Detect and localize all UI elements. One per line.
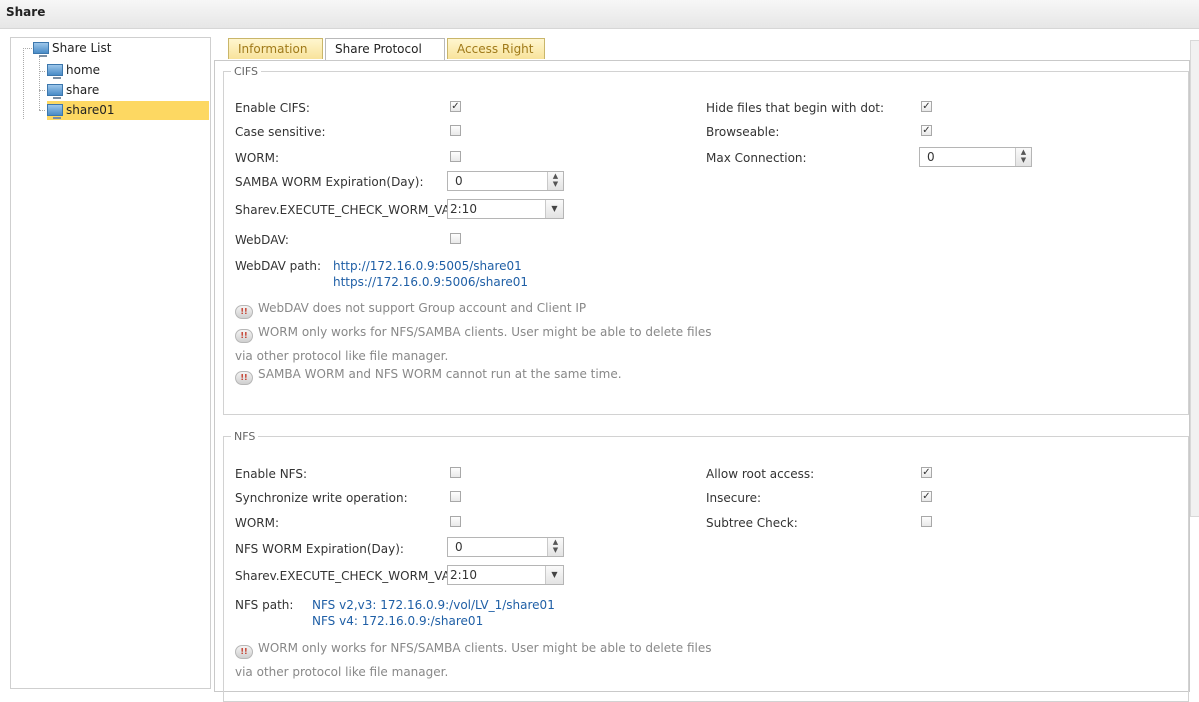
- tree-line: [39, 57, 40, 110]
- insecure-label: Insecure:: [706, 491, 762, 505]
- tree-line: [39, 110, 45, 111]
- webdav-path-label: WebDAV path:: [235, 259, 321, 273]
- share-tree: Share List home share share01: [10, 37, 211, 689]
- tab-access-right[interactable]: Access Right: [447, 38, 545, 59]
- webdav-https-link[interactable]: https://172.16.0.9:5006/share01: [333, 275, 528, 289]
- case-sensitive-label: Case sensitive:: [235, 125, 326, 139]
- webdav-note: !! WebDAV does not support Group account …: [235, 301, 586, 319]
- nfs-worm-label: WORM:: [235, 516, 280, 530]
- cifs-worm-checkbox[interactable]: [450, 151, 461, 162]
- spinner-arrows-icon[interactable]: ▲ ▼: [1015, 148, 1031, 166]
- insecure-checkbox[interactable]: ✓: [921, 491, 932, 502]
- browseable-checkbox[interactable]: ✓: [921, 125, 932, 136]
- nfs-legend: NFS: [234, 430, 256, 443]
- share-list-icon: [33, 42, 49, 57]
- nfs-v23-path: NFS v2,v3: 172.16.0.9:/vol/LV_1/share01: [312, 598, 555, 612]
- share-folder-icon: [47, 64, 63, 79]
- tab-share-protocol[interactable]: Share Protocol: [325, 38, 445, 61]
- nfs-execute-check-worm-label: Sharev.EXECUTE_CHECK_WORM_VAL: [235, 569, 457, 583]
- cifs-execute-check-worm-label: Sharev.EXECUTE_CHECK_WORM_VAL: [235, 203, 457, 217]
- nfs-path-label: NFS path:: [235, 598, 294, 612]
- worm-note-continued: via other protocol like file manager.: [235, 349, 449, 363]
- tree-line: [23, 48, 24, 119]
- worm-note: !! WORM only works for NFS/SAMBA clients.…: [235, 325, 712, 343]
- nfs-worm-note-continued: via other protocol like file manager.: [235, 665, 449, 679]
- nfs-worm-expiration-value: 0: [455, 540, 463, 554]
- page-title: Share: [6, 5, 46, 19]
- tree-root-share-list[interactable]: Share List: [33, 39, 111, 58]
- enable-nfs-checkbox[interactable]: [450, 467, 461, 478]
- chevron-down-icon[interactable]: ▼: [545, 200, 563, 218]
- warning-icon: !!: [235, 645, 253, 659]
- webdav-label: WebDAV:: [235, 233, 289, 247]
- webdav-http-link[interactable]: http://172.16.0.9:5005/share01: [333, 259, 522, 273]
- nfs-v4-path: NFS v4: 172.16.0.9:/share01: [312, 614, 484, 628]
- tree-item-label: home: [66, 63, 101, 77]
- share-folder-icon: [47, 104, 63, 119]
- nfs-execute-check-worm-value: 2:10: [450, 568, 477, 582]
- spinner-arrows-icon[interactable]: ▲ ▼: [547, 172, 563, 190]
- vertical-scrollbar[interactable]: [1190, 40, 1199, 517]
- allow-root-access-checkbox[interactable]: ✓: [921, 467, 932, 478]
- allow-root-access-label: Allow root access:: [706, 467, 815, 481]
- nfs-worm-expiration-label: NFS WORM Expiration(Day):: [235, 542, 404, 556]
- warning-icon: !!: [235, 305, 253, 319]
- cifs-execute-check-worm-select[interactable]: 2:10 ▼: [447, 199, 564, 219]
- chevron-down-icon[interactable]: ▼: [545, 566, 563, 584]
- enable-cifs-label: Enable CIFS:: [235, 101, 310, 115]
- cifs-worm-label: WORM:: [235, 151, 280, 165]
- tree-item-label: share01: [66, 103, 115, 117]
- nfs-execute-check-worm-select[interactable]: 2:10 ▼: [447, 565, 564, 585]
- samba-worm-expiration-input[interactable]: 0 ▲ ▼: [447, 171, 564, 191]
- max-connection-label: Max Connection:: [706, 151, 807, 165]
- hide-dot-files-label: Hide files that begin with dot:: [706, 101, 885, 115]
- enable-nfs-label: Enable NFS:: [235, 467, 308, 481]
- tree-root-label: Share List: [52, 41, 112, 55]
- nfs-worm-checkbox[interactable]: [450, 516, 461, 527]
- max-connection-input[interactable]: 0 ▲ ▼: [919, 147, 1032, 167]
- share-protocol-panel: CIFS Enable CIFS: ✓ Case sensitive: WORM…: [214, 60, 1190, 702]
- tree-line: [23, 48, 32, 49]
- worm-note-text: WORM only works for NFS/SAMBA clients. U…: [258, 325, 712, 339]
- cifs-execute-check-worm-value: 2:10: [450, 202, 477, 216]
- browseable-label: Browseable:: [706, 125, 780, 139]
- sync-write-checkbox[interactable]: [450, 491, 461, 502]
- tree-item-label: share: [66, 83, 100, 97]
- webdav-note-text: WebDAV does not support Group account an…: [258, 301, 587, 315]
- cifs-legend: CIFS: [234, 65, 259, 78]
- subtree-check-label: Subtree Check:: [706, 516, 798, 530]
- tree-item-home[interactable]: home: [47, 61, 100, 80]
- warning-icon: !!: [235, 329, 253, 343]
- warning-icon: !!: [235, 371, 253, 385]
- nfs-worm-note: !! WORM only works for NFS/SAMBA clients.…: [235, 641, 712, 659]
- nfs-worm-note-text: WORM only works for NFS/SAMBA clients. U…: [258, 641, 712, 655]
- nfs-worm-expiration-input[interactable]: 0 ▲ ▼: [447, 537, 564, 557]
- samba-nfs-worm-note-text: SAMBA WORM and NFS WORM cannot run at th…: [258, 367, 622, 381]
- tab-information[interactable]: Information: [228, 38, 323, 59]
- spinner-arrows-icon[interactable]: ▲ ▼: [547, 538, 563, 556]
- tree-item-share[interactable]: share: [47, 81, 99, 100]
- webdav-checkbox[interactable]: [450, 233, 461, 244]
- enable-cifs-checkbox[interactable]: ✓: [450, 101, 461, 112]
- title-bar: Share: [0, 0, 1199, 29]
- case-sensitive-checkbox[interactable]: [450, 125, 461, 136]
- share-folder-icon: [47, 84, 63, 99]
- samba-nfs-worm-note: !! SAMBA WORM and NFS WORM cannot run at …: [235, 367, 622, 385]
- subtree-check-checkbox[interactable]: [921, 516, 932, 527]
- tree-item-share01[interactable]: share01: [47, 101, 209, 120]
- max-connection-value: 0: [927, 150, 935, 164]
- hide-dot-files-checkbox[interactable]: ✓: [921, 101, 932, 112]
- sync-write-label: Synchronize write operation:: [235, 491, 408, 505]
- samba-worm-expiration-value: 0: [455, 174, 463, 188]
- samba-worm-expiration-label: SAMBA WORM Expiration(Day):: [235, 175, 424, 189]
